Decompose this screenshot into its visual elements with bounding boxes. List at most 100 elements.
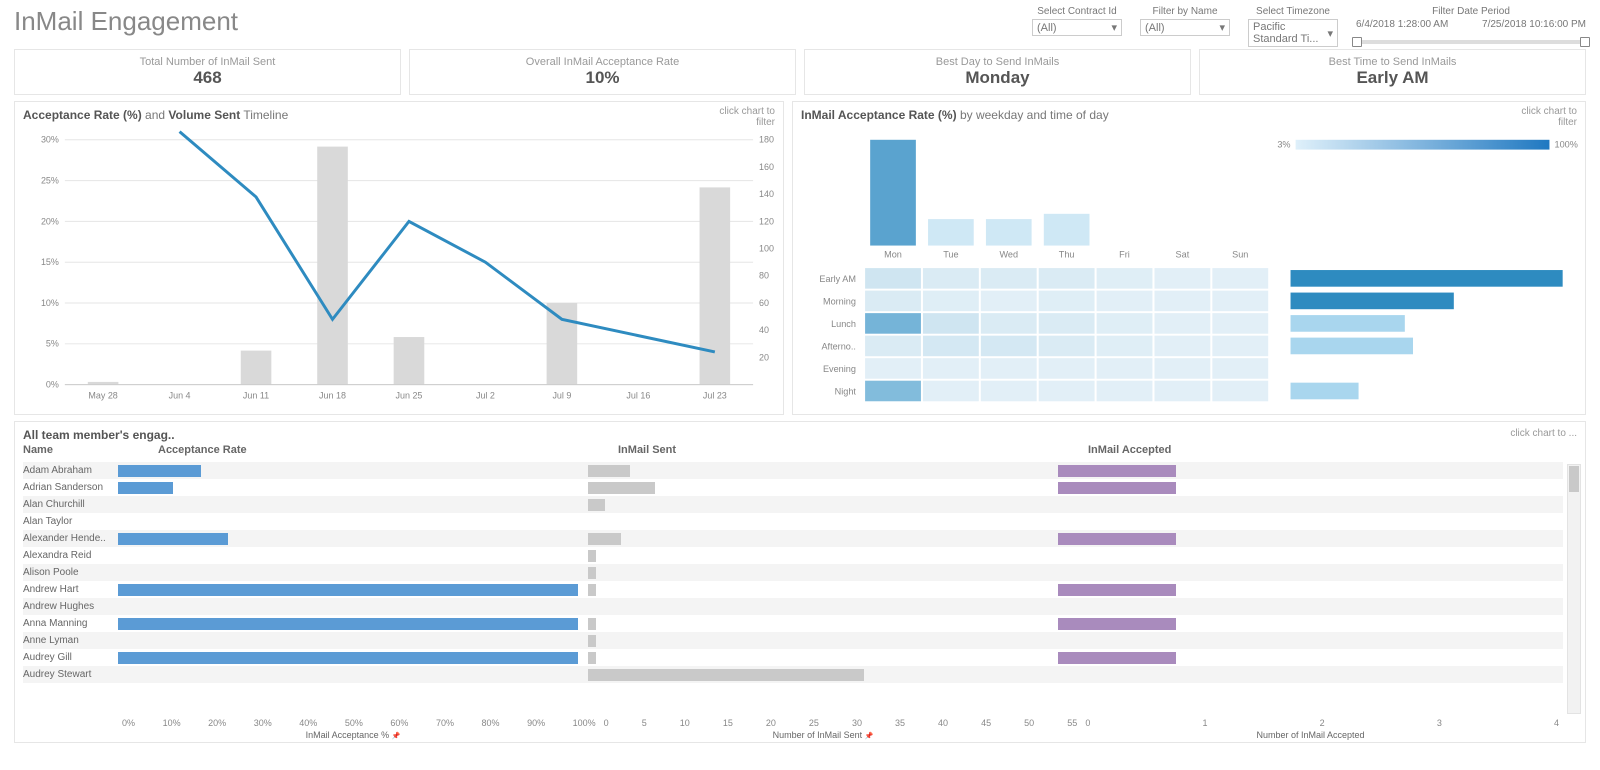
filter-date-label: Filter Date Period: [1432, 6, 1510, 17]
table-row[interactable]: Anna Manning: [23, 615, 1563, 632]
svg-text:Jul 9: Jul 9: [552, 390, 571, 400]
svg-text:100%: 100%: [1555, 140, 1578, 150]
filter-contract-label: Select Contract Id: [1037, 6, 1116, 17]
member-name: Adam Abraham: [23, 465, 118, 476]
kpi-rate: Overall InMail Acceptance Rate10%: [409, 49, 796, 95]
table-row[interactable]: Alexander Hende..: [23, 530, 1563, 547]
team-rows: Adam Abraham Adrian Sanderson Alan Churc…: [23, 462, 1563, 714]
filter-timezone-select[interactable]: Pacific Standard Ti...▾: [1248, 19, 1338, 47]
svg-text:0%: 0%: [46, 380, 59, 390]
svg-text:Jun 4: Jun 4: [169, 390, 191, 400]
svg-text:80: 80: [759, 271, 769, 281]
table-row[interactable]: Alexandra Reid: [23, 547, 1563, 564]
heatmap-panel[interactable]: InMail Acceptance Rate (%) by weekday an…: [792, 101, 1586, 415]
table-row[interactable]: Alison Poole: [23, 564, 1563, 581]
kpi-sent: Total Number of InMail Sent468: [14, 49, 401, 95]
scrollbar-thumb[interactable]: [1569, 466, 1579, 492]
member-name: Alexander Hende..: [23, 533, 118, 544]
heat-title: InMail Acceptance Rate (%) by weekday an…: [801, 108, 1109, 122]
member-name: Andrew Hart: [23, 584, 118, 595]
svg-text:Jun 11: Jun 11: [243, 390, 269, 400]
member-name: Alison Poole: [23, 567, 118, 578]
filter-bar: Select Contract Id (All)▾ Filter by Name…: [1032, 6, 1586, 47]
svg-text:40: 40: [759, 325, 769, 335]
svg-text:100: 100: [759, 244, 774, 254]
svg-text:Fri: Fri: [1119, 249, 1130, 259]
svg-text:Jul 23: Jul 23: [703, 390, 727, 400]
member-name: Alan Taylor: [23, 516, 118, 527]
filter-date-from: 6/4/2018 1:28:00 AM: [1356, 19, 1448, 30]
kpi-besttime: Best Time to Send InMailsEarly AM: [1199, 49, 1586, 95]
svg-text:Early AM: Early AM: [819, 274, 856, 284]
filter-name: Filter by Name (All)▾: [1140, 6, 1230, 36]
svg-text:120: 120: [759, 216, 774, 226]
svg-text:160: 160: [759, 162, 774, 172]
svg-text:140: 140: [759, 189, 774, 199]
member-name: Alexandra Reid: [23, 550, 118, 561]
svg-text:Jun 25: Jun 25: [396, 390, 423, 400]
table-row[interactable]: Alan Taylor: [23, 513, 1563, 530]
filter-name-select[interactable]: (All)▾: [1140, 19, 1230, 36]
table-row[interactable]: Audrey Gill: [23, 649, 1563, 666]
col-sent: InMail Sent: [588, 444, 1058, 456]
col-acc: Acceptance Rate: [118, 444, 588, 456]
svg-text:May 28: May 28: [88, 390, 117, 400]
date-slider[interactable]: [1356, 40, 1586, 44]
team-panel[interactable]: All team member's engag.. click chart to…: [14, 421, 1586, 743]
col-ok: InMail Accepted: [1058, 444, 1577, 456]
filter-timezone: Select Timezone Pacific Standard Ti...▾: [1248, 6, 1338, 47]
timeline-chart[interactable]: 0% 5% 10% 15% 20% 25% 30% 20 40 60 80 100 120 140 160 1…: [15, 130, 783, 414]
filter-date-to: 7/25/2018 10:16:00 PM: [1482, 19, 1586, 30]
svg-text:5%: 5%: [46, 339, 59, 349]
pin-icon: 📌: [392, 733, 401, 740]
col-name: Name: [23, 444, 118, 456]
svg-text:60: 60: [759, 298, 769, 308]
filter-contract-select[interactable]: (All)▾: [1032, 19, 1122, 36]
table-row[interactable]: Adrian Sanderson: [23, 479, 1563, 496]
svg-text:Tue: Tue: [943, 249, 958, 259]
heat-hint: click chart tofilter: [1521, 106, 1577, 128]
pin-icon: 📌: [865, 733, 874, 740]
svg-text:30%: 30%: [41, 135, 59, 145]
svg-text:25%: 25%: [41, 176, 59, 186]
svg-text:Jul 16: Jul 16: [626, 390, 650, 400]
svg-text:180: 180: [759, 135, 774, 145]
timeline-panel[interactable]: Acceptance Rate (%) and Volume Sent Time…: [14, 101, 784, 415]
heat-chart[interactable]: 3%100%MonTueWedThuFriSatSunEarly AMMorni…: [793, 130, 1585, 414]
svg-text:Lunch: Lunch: [831, 319, 856, 329]
svg-text:Night: Night: [835, 387, 857, 397]
svg-text:Mon: Mon: [884, 249, 902, 259]
table-row[interactable]: Audrey Stewart: [23, 666, 1563, 683]
timeline-hint: click chart tofilter: [719, 106, 775, 128]
svg-text:Jul 2: Jul 2: [476, 390, 495, 400]
svg-text:Jun 18: Jun 18: [319, 390, 346, 400]
svg-text:20: 20: [759, 352, 769, 362]
svg-text:Sat: Sat: [1176, 249, 1190, 259]
chevron-down-icon: ▾: [1219, 21, 1225, 34]
svg-text:10%: 10%: [41, 298, 59, 308]
chevron-down-icon: ▾: [1111, 21, 1117, 34]
svg-text:Afterno..: Afterno..: [821, 342, 856, 352]
member-name: Anne Lyman: [23, 635, 118, 646]
table-row[interactable]: Andrew Hughes: [23, 598, 1563, 615]
scrollbar[interactable]: [1567, 464, 1581, 714]
svg-text:15%: 15%: [41, 257, 59, 267]
filter-contract: Select Contract Id (All)▾: [1032, 6, 1122, 36]
table-row[interactable]: Adam Abraham: [23, 462, 1563, 479]
team-hint: click chart to ...: [1510, 428, 1577, 439]
team-axis-ticks: 0%10%20%30%40%50%60%70%80%90%100%0510152…: [23, 718, 1563, 728]
member-name: Audrey Gill: [23, 652, 118, 663]
table-row[interactable]: Andrew Hart: [23, 581, 1563, 598]
svg-text:20%: 20%: [41, 216, 59, 226]
svg-text:Morning: Morning: [823, 296, 856, 306]
axis-ok: Number of InMail Accepted: [1058, 730, 1563, 740]
svg-text:Evening: Evening: [823, 364, 856, 374]
member-name: Adrian Sanderson: [23, 482, 118, 493]
svg-text:Thu: Thu: [1059, 249, 1075, 259]
filter-name-label: Filter by Name: [1152, 6, 1217, 17]
table-row[interactable]: Alan Churchill: [23, 496, 1563, 513]
svg-text:3%: 3%: [1277, 140, 1290, 150]
timeline-title: Acceptance Rate (%) and Volume Sent Time…: [23, 108, 288, 122]
table-row[interactable]: Anne Lyman: [23, 632, 1563, 649]
member-name: Alan Churchill: [23, 499, 118, 510]
